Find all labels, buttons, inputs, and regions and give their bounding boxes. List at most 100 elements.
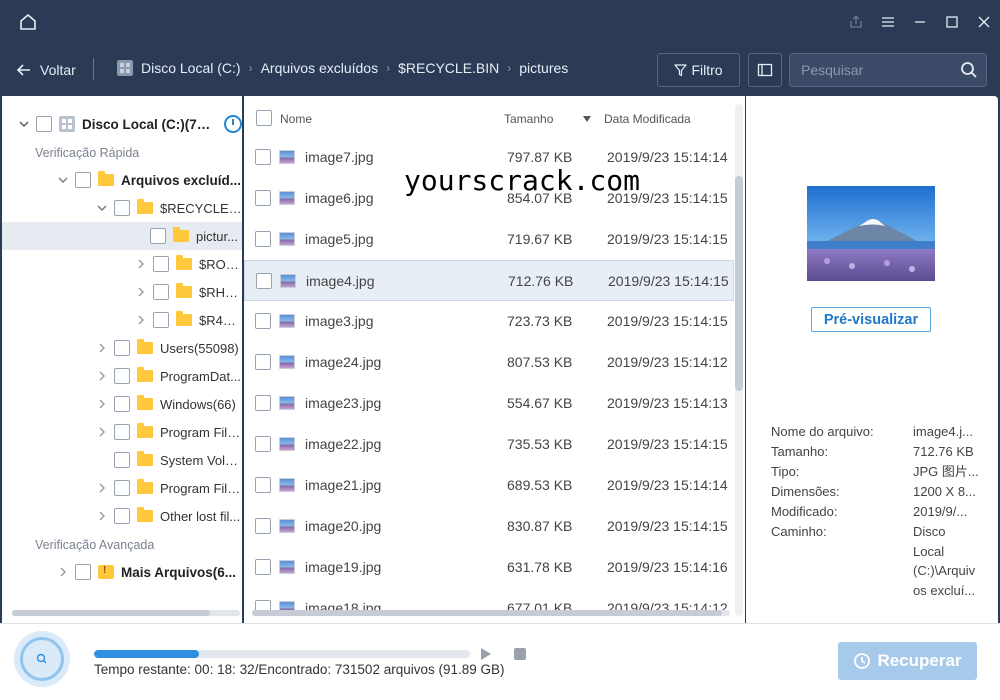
file-row[interactable]: image5.jpg 719.67 KB 2019/9/23 15:14:15 [244,219,734,260]
checkbox[interactable] [153,312,169,328]
checkbox[interactable] [36,116,52,132]
file-row[interactable]: image21.jpg 689.53 KB 2019/9/23 15:14:14 [244,465,734,506]
file-row[interactable]: image3.jpg 723.73 KB 2019/9/23 15:14:15 [244,301,734,342]
checkbox[interactable] [114,452,130,468]
checkbox[interactable] [255,518,271,534]
select-all-checkbox[interactable] [256,110,272,126]
breadcrumb-item-drive[interactable]: Disco Local (C:) [141,60,241,76]
checkbox[interactable] [114,340,130,356]
minimize-icon[interactable] [904,0,936,44]
checkbox[interactable] [256,273,272,289]
tree-item[interactable]: System Volu... [2,446,242,474]
menu-icon[interactable] [872,0,904,44]
breadcrumb-item-deleted[interactable]: Arquivos excluídos [261,60,379,76]
chevron-right-icon[interactable] [97,483,107,493]
column-header-date[interactable]: Data Modificada [604,112,691,126]
tree-item[interactable]: Program File... [2,474,242,502]
chevron-down-icon[interactable] [19,119,29,129]
checkbox[interactable] [255,313,271,329]
folder-icon [98,171,114,186]
checkbox[interactable] [255,149,271,165]
scrollbar-thumb[interactable] [735,176,743,391]
stop-icon[interactable] [514,648,526,660]
chevron-down-icon[interactable] [58,175,68,185]
tree-item-label: Other lost fil... [160,508,241,524]
chevron-right-icon[interactable] [136,315,146,325]
checkbox[interactable] [114,480,130,496]
chevron-right-icon[interactable] [58,567,68,577]
vertical-scrollbar[interactable] [735,104,743,616]
checkbox[interactable] [150,228,166,244]
checkbox[interactable] [255,190,271,206]
chevron-right-icon[interactable] [97,371,107,381]
tree-item[interactable]: $RHV... [2,278,242,306]
chevron-down-icon[interactable] [97,203,107,213]
breadcrumb-item-pictures[interactable]: pictures [519,60,568,76]
breadcrumb-item-recycle[interactable]: $RECYCLE.BIN [398,60,499,76]
checkbox[interactable] [114,368,130,384]
tree-item[interactable]: $R4JV... [2,306,242,334]
file-row[interactable]: image18.jpg 677.01 KB 2019/9/23 15:14:12 [244,588,734,623]
tree-item[interactable]: Arquivos excluíd... [2,166,242,194]
checkbox[interactable] [153,256,169,272]
back-button[interactable]: Voltar [16,58,76,82]
file-row[interactable]: image22.jpg 735.53 KB 2019/9/23 15:14:15 [244,424,734,465]
file-row-selected[interactable]: image4.jpg 712.76 KB 2019/9/23 15:14:15 [244,260,734,301]
column-header-size[interactable]: Tamanho [504,112,553,126]
checkbox[interactable] [114,396,130,412]
home-icon[interactable] [18,12,38,32]
tree-item[interactable]: $ROB... [2,250,242,278]
file-row[interactable]: image20.jpg 830.87 KB 2019/9/23 15:14:15 [244,506,734,547]
close-icon[interactable] [968,0,1000,44]
recover-button[interactable]: Recuperar [838,642,977,680]
checkbox[interactable] [153,284,169,300]
tree-item[interactable]: Program File... [2,418,242,446]
filter-button[interactable]: Filtro [657,53,740,87]
checkbox[interactable] [114,200,130,216]
meta-row: Dimensões: 1200 X 8... [771,482,981,502]
checkbox[interactable] [75,564,91,580]
tree-item[interactable]: Windows(66) [2,390,242,418]
sort-down-icon[interactable] [583,116,591,122]
tree-item-selected[interactable]: pictur... [2,222,242,250]
scrollbar-thumb[interactable] [12,610,210,616]
tree-root[interactable]: Disco Local (C:)(7315 [2,110,242,138]
checkbox[interactable] [75,172,91,188]
scrollbar-thumb[interactable] [252,610,722,616]
horizontal-scrollbar[interactable] [12,610,240,616]
tree-item[interactable]: Users(55098) [2,334,242,362]
share-icon[interactable] [840,0,872,44]
chevron-right-icon[interactable] [97,343,107,353]
chevron-right-icon[interactable] [97,427,107,437]
checkbox[interactable] [255,231,271,247]
tree-item-more-files[interactable]: Mais Arquivos(6... [2,558,242,586]
preview-button[interactable]: Pré-visualizar [811,307,931,332]
checkbox[interactable] [255,477,271,493]
checkbox[interactable] [255,436,271,452]
file-row[interactable]: image19.jpg 631.78 KB 2019/9/23 15:14:16 [244,547,734,588]
checkbox[interactable] [255,354,271,370]
search-input[interactable] [790,54,950,86]
column-header-name[interactable]: Nome [280,112,312,126]
file-row[interactable]: image23.jpg 554.67 KB 2019/9/23 15:14:13 [244,383,734,424]
drive-icon [117,60,133,76]
tree-item[interactable]: $RECYCLE.BI... [2,194,242,222]
preview-thumbnail[interactable] [807,186,935,281]
checkbox[interactable] [255,559,271,575]
chevron-right-icon[interactable] [136,287,146,297]
maximize-icon[interactable] [936,0,968,44]
tree-item[interactable]: Other lost fil... [2,502,242,530]
file-date: 2019/9/23 15:14:16 [607,559,728,575]
search-icon[interactable] [960,61,978,79]
toggle-preview-button[interactable] [748,53,782,87]
horizontal-scrollbar[interactable] [252,610,730,616]
chevron-right-icon[interactable] [97,511,107,521]
chevron-right-icon[interactable] [136,259,146,269]
checkbox[interactable] [255,395,271,411]
file-row[interactable]: image24.jpg 807.53 KB 2019/9/23 15:14:12 [244,342,734,383]
tree-item[interactable]: ProgramDat... [2,362,242,390]
checkbox[interactable] [114,508,130,524]
checkbox[interactable] [114,424,130,440]
chevron-right-icon[interactable] [97,399,107,409]
play-icon[interactable] [479,647,493,661]
